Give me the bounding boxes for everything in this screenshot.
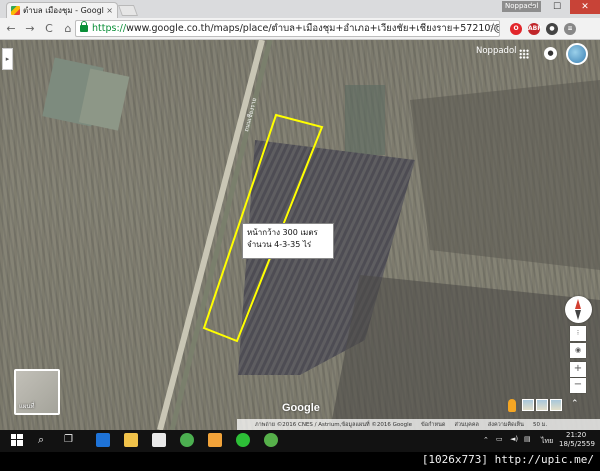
location-icon[interactable]: ◉ — [570, 343, 586, 358]
utorrent-icon[interactable] — [264, 433, 278, 447]
browser-tab[interactable]: ตำบล เมืองชุม - Google แผน × — [6, 2, 118, 18]
feedback-link[interactable]: ส่งความคิดเห็น — [488, 421, 524, 429]
line-icon[interactable] — [236, 433, 250, 447]
extension-icon[interactable]: ● — [546, 23, 558, 35]
chrome-icon[interactable] — [180, 433, 194, 447]
maps-favicon-icon — [11, 6, 20, 15]
terms-link[interactable]: ข้อกำหนด — [421, 421, 445, 429]
tilt-button[interactable]: ⁝ — [570, 326, 586, 341]
media-icon[interactable] — [208, 433, 222, 447]
pegman-icon[interactable] — [508, 399, 516, 412]
thumbnail-label: แผนที่ — [19, 403, 35, 410]
puzzle-icon[interactable]: ≡ — [564, 23, 576, 35]
zoom-out-button[interactable]: − — [570, 378, 586, 393]
search-icon[interactable]: ⌕ — [38, 433, 44, 447]
image-watermark: [1026x773] http://upic.me/ — [421, 453, 594, 466]
zoom-in-button[interactable]: + — [570, 362, 586, 377]
close-window-button[interactable]: ✕ — [570, 0, 600, 14]
annotation-width: หน้ากว้าง 300 เมตร — [247, 228, 318, 237]
clock-time[interactable]: 21:20 — [566, 431, 586, 439]
bookmark-star-icon[interactable]: ☆ — [488, 20, 499, 34]
maximize-button[interactable]: ☐ — [545, 0, 569, 14]
task-view-icon[interactable]: ❐ — [64, 434, 73, 445]
privacy-link[interactable]: ส่วนบุคคล — [454, 421, 478, 429]
side-panel-toggle[interactable]: ▸ — [2, 48, 13, 70]
chevron-up-icon[interactable]: ⌃ — [571, 399, 579, 409]
back-button[interactable]: ← — [3, 22, 19, 35]
satellite-map[interactable]: ถนนเชียงราย ▸ หน้ากว้าง 300 เมตร จำนวน 4… — [0, 40, 600, 430]
title-bar: ตำบล เมืองชุม - Google แผน × Noppadol – … — [0, 0, 600, 18]
forward-button[interactable]: → — [22, 22, 38, 35]
opera-icon[interactable]: O — [510, 23, 522, 35]
volume-icon[interactable]: ◄) — [510, 435, 518, 443]
edge-icon[interactable] — [96, 433, 110, 447]
imagery-strip[interactable] — [522, 399, 562, 411]
scale-label: 50 ม. — [532, 421, 548, 428]
map-attribution: ภาพถ่าย ©2016 CNES / Astrium,ข้อมูลแผนที… — [237, 419, 600, 430]
address-bar[interactable]: https:// www.google.co.th/maps/place/ตำบ… — [75, 20, 500, 37]
minimize-button[interactable]: – — [520, 0, 544, 14]
plot-annotation: หน้ากว้าง 300 เมตร จำนวน 4-3-35 ไร่ — [242, 223, 334, 259]
home-button[interactable]: ⌂ — [60, 22, 76, 35]
url-scheme: https:// — [92, 23, 127, 34]
notification-icon[interactable]: ● — [544, 47, 557, 60]
explorer-icon[interactable] — [124, 433, 138, 447]
message-icon[interactable]: ▤ — [524, 435, 531, 443]
new-tab-button[interactable] — [117, 5, 139, 16]
annotation-area: จำนวน 4-3-35 ไร่ — [247, 240, 312, 249]
store-icon[interactable] — [152, 433, 166, 447]
clock-date[interactable]: 18/5/2559 — [559, 440, 595, 448]
map-type-thumbnail[interactable]: แผนที่ — [14, 369, 60, 415]
user-name[interactable]: Noppadol — [476, 46, 517, 56]
compass-icon[interactable] — [565, 296, 592, 323]
tab-close-icon[interactable]: × — [106, 6, 113, 15]
apps-grid-icon[interactable] — [519, 49, 529, 59]
lock-icon — [80, 21, 88, 32]
network-icon[interactable]: ▭ — [496, 435, 503, 443]
adblock-icon[interactable]: ABP — [528, 23, 542, 35]
avatar[interactable] — [566, 43, 588, 65]
reload-button[interactable]: C — [41, 22, 57, 35]
windows-icon[interactable] — [10, 433, 24, 447]
tray-up-icon[interactable]: ⌃ — [483, 436, 489, 444]
url-text: www.google.co.th/maps/place/ตำบล+เมืองชุ… — [126, 23, 499, 34]
attribution-imagery: ภาพถ่าย ©2016 CNES / Astrium,ข้อมูลแผนที… — [255, 421, 413, 428]
tab-title: ตำบล เมืองชุม - Google แผน — [23, 6, 104, 15]
language-indicator[interactable]: ไทย — [541, 436, 553, 447]
google-logo: Google — [282, 402, 320, 414]
